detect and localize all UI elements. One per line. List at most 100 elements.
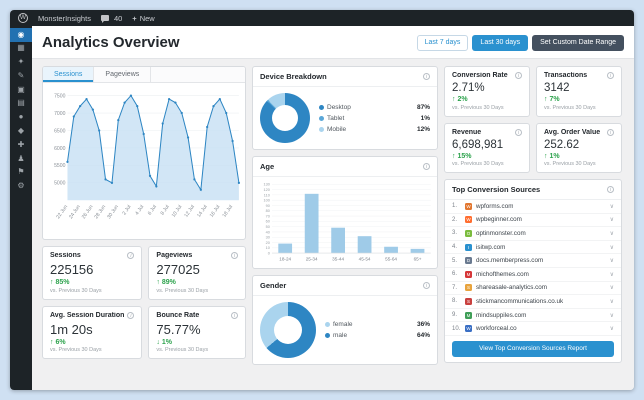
sources-list: 1. w wpforms.com ∨ 2. w wpbeginner.com ∨ 3. o opti… — [445, 200, 621, 336]
svg-text:30 Jun: 30 Jun — [106, 204, 120, 220]
site-favicon: w — [465, 202, 472, 210]
tab-pageviews[interactable]: Pageviews — [94, 67, 152, 82]
stat-value: 75.77% — [156, 321, 201, 337]
info-icon[interactable]: i — [607, 128, 614, 136]
gender-legend: female 36% male 64% — [325, 321, 430, 339]
wp-menu[interactable]: W — [18, 13, 28, 23]
stat-value: 6,698,981 — [452, 138, 504, 151]
chevron-down-icon[interactable]: ∨ — [610, 271, 614, 278]
info-icon[interactable]: i — [607, 72, 614, 79]
source-row[interactable]: 7. s shareasale-analytics.com ∨ — [445, 282, 621, 296]
ecommerce-grid: Conversion Rate i 2.71% ↑ 2% vs. Previous 30… — [444, 66, 622, 173]
stat-card-sessions: Sessions i 225156 ↑ 85% vs. Previous 30 Days — [42, 246, 143, 300]
comment-bubble-icon — [100, 15, 109, 23]
svg-text:12 Jul: 12 Jul — [183, 204, 196, 219]
svg-text:0: 0 — [268, 251, 270, 255]
range-button-last-30-days[interactable]: Last 30 days — [472, 34, 529, 51]
view-report-button[interactable]: View Top Conversion Sources Report — [452, 340, 614, 357]
source-row[interactable]: 10. w workforceal.co ∨ — [445, 322, 621, 336]
chevron-down-icon[interactable]: ∨ — [610, 298, 614, 305]
info-icon[interactable]: i — [423, 281, 430, 289]
info-icon[interactable]: i — [607, 186, 614, 193]
source-domain: optinmonster.com — [476, 229, 526, 237]
info-icon[interactable]: i — [423, 73, 430, 80]
source-row[interactable]: 9. m mindsuppiles.com ∨ — [445, 309, 621, 323]
legend-value: 36% — [416, 320, 430, 328]
sidebar-item-users[interactable]: ♟ — [10, 152, 32, 166]
legend-value: 12% — [416, 125, 430, 133]
chevron-down-icon[interactable]: ∨ — [610, 325, 614, 332]
device-legend: Desktop 87% Tablet 1% Mobile 12% — [319, 104, 430, 133]
source-domain: wpforms.com — [476, 202, 514, 210]
svg-text:60: 60 — [266, 220, 270, 224]
svg-text:18-24: 18-24 — [279, 257, 291, 262]
chevron-down-icon[interactable]: ∨ — [610, 216, 614, 223]
sidebar-item-jetpack[interactable]: ✦ — [10, 56, 32, 70]
svg-text:25-34: 25-34 — [306, 257, 318, 262]
settings-icon: ⚙ — [17, 181, 25, 191]
svg-text:16 Jul: 16 Jul — [209, 204, 222, 219]
legend-dot — [325, 332, 330, 338]
svg-text:70: 70 — [266, 214, 270, 218]
info-icon[interactable]: i — [515, 72, 522, 79]
sidebar-item-plugins[interactable]: ✚ — [10, 138, 32, 152]
source-row[interactable]: 2. w wpbeginner.com ∨ — [445, 214, 621, 228]
chevron-down-icon[interactable]: ∨ — [610, 284, 614, 291]
chevron-down-icon[interactable]: ∨ — [610, 257, 614, 264]
panel-title: Top Conversion Sources — [452, 185, 541, 194]
sidebar-item-comments[interactable]: ● — [10, 111, 32, 125]
chevron-down-icon[interactable]: ∨ — [610, 203, 614, 210]
panel-title: Gender — [260, 280, 287, 290]
info-icon[interactable]: i — [127, 252, 135, 260]
info-icon[interactable]: i — [423, 163, 430, 170]
pages-icon: ▤ — [17, 98, 25, 108]
stat-card-avg-session-duration: Avg. Session Duration i 1m 20s ↑ 6% vs. Prev… — [42, 305, 143, 360]
top-conversion-sources-panel: Top Conversion Sources i 1. w wpforms.com ∨… — [444, 179, 622, 363]
stat-label: Avg. Order Value — [544, 128, 601, 136]
source-row[interactable]: 8. s stickmancommunications.co.uk ∨ — [445, 295, 621, 309]
legend-item-female: female 36% — [325, 321, 430, 328]
page-title: Analytics Overview — [42, 34, 180, 51]
legend-label: Mobile — [327, 125, 347, 133]
sidebar-item-media[interactable]: ▣ — [10, 83, 32, 97]
legend-label: Desktop — [327, 103, 351, 111]
info-icon[interactable]: i — [515, 128, 522, 136]
sidebar-item-settings[interactable]: ⚙ — [10, 180, 32, 194]
up-arrow-delta: ↑ 6% — [50, 338, 66, 346]
sidebar-item-pages[interactable]: ▤ — [10, 97, 32, 111]
svg-text:4 Jul: 4 Jul — [134, 204, 145, 216]
source-row[interactable]: 6. m michofthemes.com ∨ — [445, 268, 621, 282]
stat-value: 2.71% — [452, 82, 485, 94]
chevron-down-icon[interactable]: ∨ — [610, 312, 614, 319]
custom-range-button[interactable]: Set Custom Date Range — [532, 34, 624, 51]
chevron-down-icon[interactable]: ∨ — [610, 244, 614, 251]
comments-menu[interactable]: 40 — [100, 14, 122, 23]
sidebar-item-dashboard[interactable]: ▦ — [10, 42, 32, 56]
source-domain: mindsuppiles.com — [476, 311, 527, 319]
info-icon[interactable]: i — [127, 311, 135, 319]
site-favicon: i — [465, 243, 472, 251]
donut-hole — [274, 315, 302, 344]
sidebar-item-appearance[interactable]: ◆ — [10, 125, 32, 139]
source-row[interactable]: 3. o optinmonster.com ∨ — [445, 227, 621, 241]
chevron-down-icon[interactable]: ∨ — [610, 230, 614, 237]
dashboard-content: Sessions Pageviews 5000 5500 6000 6500 7000 75… — [32, 66, 634, 365]
range-button-last-7-days[interactable]: Last 7 days — [416, 34, 469, 51]
tab-sessions[interactable]: Sessions — [43, 67, 95, 82]
site-name[interactable]: MonsterInsights — [38, 14, 91, 23]
plugins-icon: ✚ — [17, 139, 25, 149]
source-row[interactable]: 1. w wpforms.com ∨ — [445, 200, 621, 214]
svg-text:45-54: 45-54 — [359, 257, 371, 262]
sidebar-item-monsterinsights[interactable]: ◉ — [10, 28, 32, 42]
info-icon[interactable]: i — [231, 252, 238, 260]
source-row[interactable]: 4. i isitwp.com ∨ — [445, 241, 621, 255]
sidebar-item-posts[interactable]: ✎ — [10, 69, 32, 83]
svg-text:24 Jun: 24 Jun — [68, 204, 82, 220]
new-menu[interactable]: + New — [132, 14, 154, 23]
sidebar-item-tools[interactable]: ⚑ — [10, 166, 32, 180]
stat-compare: vs. Previous 30 Days — [544, 161, 596, 167]
source-row[interactable]: 5. d docs.memberpress.com ∨ — [445, 254, 621, 268]
stat-label: Pageviews — [156, 252, 193, 260]
stat-value: 3142 — [544, 82, 570, 94]
info-icon[interactable]: i — [231, 311, 238, 319]
